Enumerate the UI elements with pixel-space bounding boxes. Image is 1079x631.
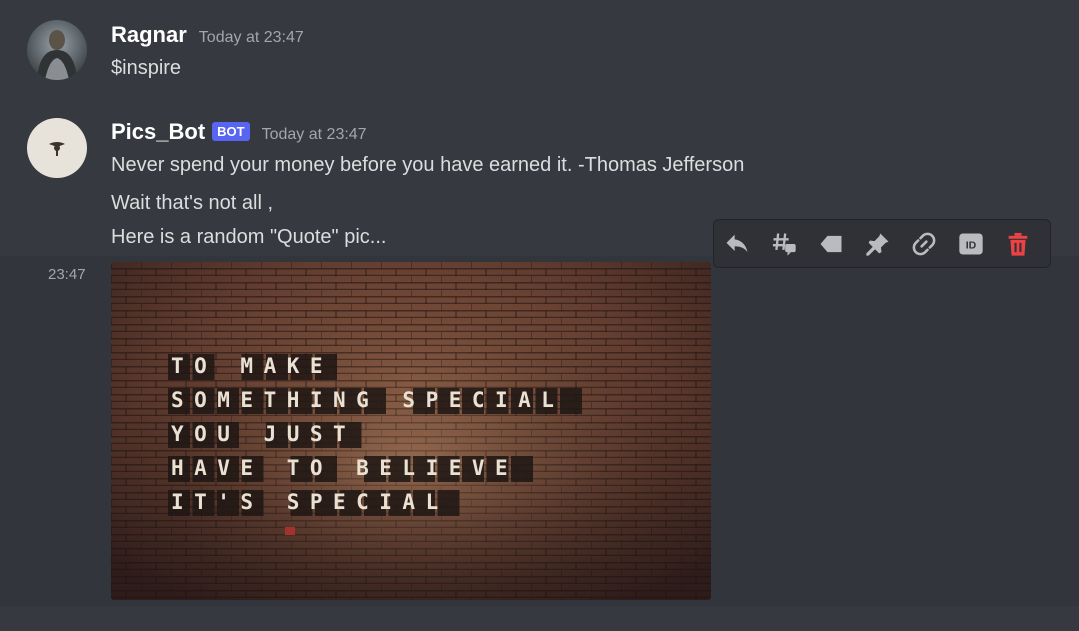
quote-image[interactable]: TO MAKE SOMETHING SPECIAL YOU JUST HAVE TO … — [111, 262, 711, 600]
pin-icon[interactable] — [863, 229, 892, 259]
avatar[interactable] — [27, 20, 87, 80]
message-text: $inspire — [111, 57, 182, 79]
timestamp: Today at 23:47 — [261, 126, 367, 143]
username[interactable]: Pics_Bot — [111, 119, 205, 145]
image-quote-line: SOMETHING SPECIAL — [171, 388, 564, 412]
side-timestamp: 23:47 — [48, 266, 86, 283]
message-text: Never spend your money before you have e… — [111, 154, 745, 176]
tag-icon[interactable] — [816, 229, 845, 259]
message-text: Wait that's not all , — [111, 192, 274, 214]
thread-icon[interactable] — [770, 229, 799, 259]
id-icon[interactable]: ID — [957, 229, 986, 259]
fire-alarm-icon — [285, 527, 295, 535]
image-quote-line: HAVE TO BELIEVE — [171, 456, 518, 480]
reply-icon[interactable] — [723, 229, 752, 259]
image-quote-line: IT'S SPECIAL — [171, 490, 449, 514]
link-icon[interactable] — [910, 229, 939, 259]
delete-icon[interactable] — [1003, 229, 1032, 259]
image-quote-line: TO MAKE — [171, 354, 333, 378]
id-icon-label: ID — [966, 239, 977, 251]
avatar[interactable] — [27, 118, 87, 178]
timestamp: Today at 23:47 — [198, 29, 304, 46]
message-text: Here is a random "Quote" pic... — [111, 226, 387, 248]
chat-bottom-area — [0, 606, 1079, 631]
message-actions-toolbar: ID — [713, 219, 1051, 268]
bot-badge: BOT — [212, 122, 250, 141]
image-quote-line: YOU JUST — [171, 422, 356, 446]
username[interactable]: Ragnar — [111, 22, 187, 48]
